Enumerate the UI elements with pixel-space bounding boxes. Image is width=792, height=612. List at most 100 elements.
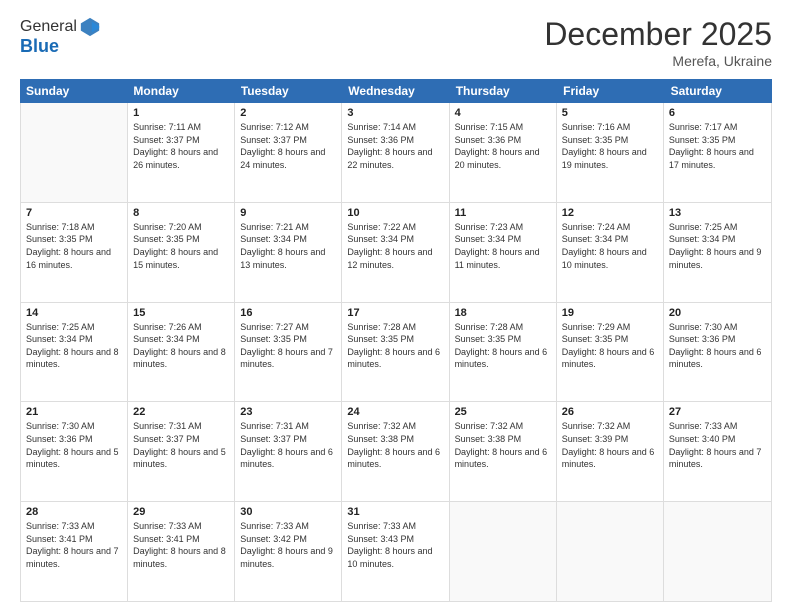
cell-day-number: 14 <box>26 307 122 319</box>
cell-sun-info: Sunrise: 7:33 AMSunset: 3:41 PMDaylight:… <box>133 520 229 570</box>
cell-day-number: 27 <box>669 406 766 418</box>
calendar-cell <box>664 502 771 601</box>
calendar-week-row: 14Sunrise: 7:25 AMSunset: 3:34 PMDayligh… <box>21 303 771 403</box>
calendar-cell <box>21 103 128 202</box>
calendar-cell: 26Sunrise: 7:32 AMSunset: 3:39 PMDayligh… <box>557 402 664 501</box>
cell-day-number: 19 <box>562 307 658 319</box>
calendar-cell: 20Sunrise: 7:30 AMSunset: 3:36 PMDayligh… <box>664 303 771 402</box>
logo-general-text: General <box>20 18 77 36</box>
cell-sun-info: Sunrise: 7:30 AMSunset: 3:36 PMDaylight:… <box>26 420 122 470</box>
calendar-week-row: 1Sunrise: 7:11 AMSunset: 3:37 PMDaylight… <box>21 103 771 203</box>
cell-sun-info: Sunrise: 7:11 AMSunset: 3:37 PMDaylight:… <box>133 121 229 171</box>
calendar-cell: 19 Sunrise: 7:29 AMSunset: 3:35 PMDayligh… <box>557 303 664 402</box>
calendar-week-row: 28Sunrise: 7:33 AMSunset: 3:41 PMDayligh… <box>21 502 771 601</box>
cell-sun-info: Sunrise: 7:14 AMSunset: 3:36 PMDaylight:… <box>347 121 443 171</box>
cell-day-number: 18 <box>455 307 551 319</box>
calendar-cell: 28Sunrise: 7:33 AMSunset: 3:41 PMDayligh… <box>21 502 128 601</box>
calendar-header: SundayMondayTuesdayWednesdayThursdayFrid… <box>20 79 772 103</box>
cell-sun-info: Sunrise: 7:24 AMSunset: 3:34 PMDaylight:… <box>562 221 658 271</box>
calendar-cell: 22 Sunrise: 7:31 AMSunset: 3:37 PMDayligh… <box>128 402 235 501</box>
cell-day-number: 12 <box>562 207 658 219</box>
cell-sun-info: Sunrise: 7:21 AMSunset: 3:34 PMDaylight:… <box>240 221 336 271</box>
cell-sun-info: Sunrise: 7:23 AMSunset: 3:34 PMDaylight:… <box>455 221 551 271</box>
cell-sun-info: Sunrise: 7:31 AMSunset: 3:37 PMDaylight:… <box>240 420 336 470</box>
cell-sun-info: Sunrise: 7:33 AMSunset: 3:43 PMDaylight:… <box>347 520 443 570</box>
calendar-cell: 31Sunrise: 7:33 AMSunset: 3:43 PMDayligh… <box>342 502 449 601</box>
cell-day-number: 3 <box>347 107 443 119</box>
cell-day-number: 11 <box>455 207 551 219</box>
cell-day-number: 23 <box>240 406 336 418</box>
calendar-cell: 21 Sunrise: 7:30 AMSunset: 3:36 PMDayligh… <box>21 402 128 501</box>
calendar-cell: 14Sunrise: 7:25 AMSunset: 3:34 PMDayligh… <box>21 303 128 402</box>
calendar-week-row: 7 Sunrise: 7:18 AMSunset: 3:35 PMDaylight… <box>21 203 771 303</box>
title-block: December 2025 Merefa, Ukraine <box>544 16 772 69</box>
cell-day-number: 4 <box>455 107 551 119</box>
calendar-cell: 13 Sunrise: 7:25 AMSunset: 3:34 PMDayligh… <box>664 203 771 302</box>
cell-day-number: 8 <box>133 207 229 219</box>
calendar-cell <box>450 502 557 601</box>
calendar-header-day: Thursday <box>450 79 557 103</box>
logo: General Blue <box>20 16 101 57</box>
calendar-cell: 27 Sunrise: 7:33 AMSunset: 3:40 PMDayligh… <box>664 402 771 501</box>
header: General Blue December 2025 Merefa, Ukrai… <box>20 16 772 69</box>
cell-day-number: 6 <box>669 107 766 119</box>
month-title: December 2025 <box>544 16 772 53</box>
calendar-cell: 11 Sunrise: 7:23 AMSunset: 3:34 PMDayligh… <box>450 203 557 302</box>
calendar-cell: 23 Sunrise: 7:31 AMSunset: 3:37 PMDayligh… <box>235 402 342 501</box>
cell-day-number: 21 <box>26 406 122 418</box>
cell-sun-info: Sunrise: 7:26 AMSunset: 3:34 PMDaylight:… <box>133 321 229 371</box>
location: Merefa, Ukraine <box>544 53 772 69</box>
cell-sun-info: Sunrise: 7:25 AMSunset: 3:34 PMDaylight:… <box>669 221 766 271</box>
calendar-cell: 4Sunrise: 7:15 AMSunset: 3:36 PMDaylight… <box>450 103 557 202</box>
cell-day-number: 15 <box>133 307 229 319</box>
cell-sun-info: Sunrise: 7:18 AMSunset: 3:35 PMDaylight:… <box>26 221 122 271</box>
calendar-week-row: 21 Sunrise: 7:30 AMSunset: 3:36 PMDayligh… <box>21 402 771 502</box>
cell-sun-info: Sunrise: 7:29 AMSunset: 3:35 PMDaylight:… <box>562 321 658 371</box>
cell-sun-info: Sunrise: 7:27 AMSunset: 3:35 PMDaylight:… <box>240 321 336 371</box>
calendar-cell: 15 Sunrise: 7:26 AMSunset: 3:34 PMDayligh… <box>128 303 235 402</box>
page: General Blue December 2025 Merefa, Ukrai… <box>0 0 792 612</box>
cell-sun-info: Sunrise: 7:22 AMSunset: 3:34 PMDaylight:… <box>347 221 443 271</box>
cell-day-number: 26 <box>562 406 658 418</box>
cell-day-number: 29 <box>133 506 229 518</box>
calendar-cell: 5Sunrise: 7:16 AMSunset: 3:35 PMDaylight… <box>557 103 664 202</box>
calendar-cell: 1Sunrise: 7:11 AMSunset: 3:37 PMDaylight… <box>128 103 235 202</box>
calendar-cell: 30 Sunrise: 7:33 AMSunset: 3:42 PMDayligh… <box>235 502 342 601</box>
calendar-cell <box>557 502 664 601</box>
cell-day-number: 24 <box>347 406 443 418</box>
cell-sun-info: Sunrise: 7:17 AMSunset: 3:35 PMDaylight:… <box>669 121 766 171</box>
cell-sun-info: Sunrise: 7:32 AMSunset: 3:38 PMDaylight:… <box>455 420 551 470</box>
cell-sun-info: Sunrise: 7:28 AMSunset: 3:35 PMDaylight:… <box>347 321 443 371</box>
calendar-header-day: Friday <box>557 79 664 103</box>
cell-day-number: 17 <box>347 307 443 319</box>
calendar-header-day: Saturday <box>665 79 772 103</box>
cell-sun-info: Sunrise: 7:31 AMSunset: 3:37 PMDaylight:… <box>133 420 229 470</box>
logo-icon <box>79 16 101 38</box>
cell-sun-info: Sunrise: 7:33 AMSunset: 3:42 PMDaylight:… <box>240 520 336 570</box>
calendar-cell: 18Sunrise: 7:28 AMSunset: 3:35 PMDayligh… <box>450 303 557 402</box>
calendar-body: 1Sunrise: 7:11 AMSunset: 3:37 PMDaylight… <box>20 103 772 602</box>
calendar-cell: 8Sunrise: 7:20 AMSunset: 3:35 PMDaylight… <box>128 203 235 302</box>
cell-day-number: 5 <box>562 107 658 119</box>
cell-sun-info: Sunrise: 7:33 AMSunset: 3:41 PMDaylight:… <box>26 520 122 570</box>
calendar-cell: 3 Sunrise: 7:14 AMSunset: 3:36 PMDaylight… <box>342 103 449 202</box>
cell-sun-info: Sunrise: 7:33 AMSunset: 3:40 PMDaylight:… <box>669 420 766 470</box>
calendar-header-day: Wednesday <box>342 79 449 103</box>
cell-day-number: 9 <box>240 207 336 219</box>
cell-day-number: 7 <box>26 207 122 219</box>
logo-blue-text: Blue <box>20 36 101 57</box>
cell-day-number: 16 <box>240 307 336 319</box>
cell-sun-info: Sunrise: 7:30 AMSunset: 3:36 PMDaylight:… <box>669 321 766 371</box>
calendar-cell: 7 Sunrise: 7:18 AMSunset: 3:35 PMDaylight… <box>21 203 128 302</box>
calendar-header-day: Monday <box>127 79 234 103</box>
calendar-header-day: Tuesday <box>235 79 342 103</box>
calendar: SundayMondayTuesdayWednesdayThursdayFrid… <box>20 79 772 602</box>
cell-day-number: 30 <box>240 506 336 518</box>
cell-day-number: 2 <box>240 107 336 119</box>
cell-day-number: 13 <box>669 207 766 219</box>
cell-day-number: 10 <box>347 207 443 219</box>
calendar-cell: 17 Sunrise: 7:28 AMSunset: 3:35 PMDayligh… <box>342 303 449 402</box>
cell-sun-info: Sunrise: 7:12 AMSunset: 3:37 PMDaylight:… <box>240 121 336 171</box>
cell-day-number: 22 <box>133 406 229 418</box>
calendar-cell: 2 Sunrise: 7:12 AMSunset: 3:37 PMDaylight… <box>235 103 342 202</box>
